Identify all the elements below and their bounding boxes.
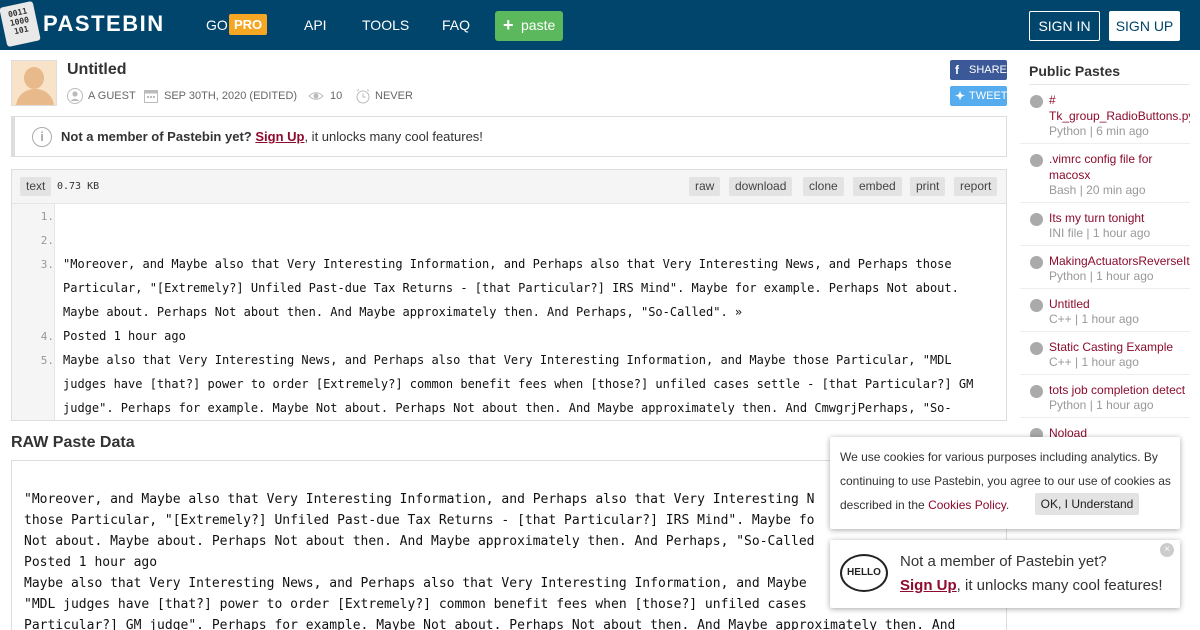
info-icon: i — [32, 127, 52, 147]
globe-icon — [1030, 385, 1043, 398]
notice-rest: , it unlocks many cool features! — [304, 129, 483, 144]
globe-icon — [1030, 256, 1043, 269]
code-toolbar: text 0.73 KB raw download clone embed pr… — [12, 170, 1006, 204]
nav-faq[interactable]: FAQ — [442, 17, 470, 33]
sign-up-button[interactable]: SIGN UP — [1109, 11, 1180, 41]
expire-clock-icon — [356, 89, 370, 104]
public-paste-item[interactable]: Untitled C++ | 1 hour ago — [1020, 296, 1190, 332]
calendar-icon — [144, 90, 158, 103]
notice-text: Not a member of Pastebin yet? Sign Up, i… — [61, 129, 483, 144]
member-popup-sign-up-link[interactable]: Sign Up — [900, 577, 957, 594]
nav-go[interactable]: GO — [206, 17, 228, 33]
nav-tools[interactable]: TOOLS — [362, 17, 409, 33]
report-button[interactable]: report — [954, 177, 998, 196]
download-button[interactable]: download — [729, 177, 793, 196]
twitter-tweet-button[interactable]: ✦ TWEET — [950, 86, 1008, 106]
pastebin-logo-icon[interactable]: 0011 1000 101 — [0, 0, 41, 48]
paste-title: Untitled — [67, 61, 127, 78]
globe-icon — [1030, 213, 1043, 226]
embed-button[interactable]: embed — [853, 177, 902, 196]
plus-icon: + — [503, 15, 514, 35]
public-paste-meta: Python | 6 min ago — [1049, 124, 1149, 138]
public-paste-meta: C++ | 1 hour ago — [1049, 312, 1139, 326]
raw-paste-title: RAW Paste Data — [11, 434, 135, 451]
pastebin-logo-text[interactable]: PASTEBIN — [43, 11, 165, 37]
cookie-accept-button[interactable]: OK, I Understand — [1035, 493, 1139, 515]
line-number: 5. — [40, 354, 54, 367]
new-paste-button[interactable]: + paste — [495, 11, 563, 41]
print-button[interactable]: print — [910, 177, 946, 196]
globe-icon — [1030, 342, 1043, 355]
twitter-icon: ✦ — [955, 89, 966, 103]
line-number: 1. — [40, 210, 54, 223]
globe-icon — [1030, 95, 1043, 108]
paste-views: 10 — [330, 90, 343, 102]
public-paste-name[interactable]: # Tk_group_RadioButtons.py — [1049, 92, 1190, 124]
new-paste-label: paste — [521, 17, 556, 33]
member-notice: i Not a member of Pastebin yet? Sign Up,… — [11, 116, 1007, 157]
public-paste-name[interactable]: Untitled — [1049, 296, 1190, 312]
raw-button[interactable]: raw — [689, 177, 721, 196]
notice-sign-up-link[interactable]: Sign Up — [255, 129, 304, 144]
sign-in-button[interactable]: SIGN IN — [1029, 11, 1100, 41]
member-popup-line2: Sign Up, it unlocks many cool features! — [900, 577, 1163, 594]
public-paste-item[interactable]: # Tk_group_RadioButtons.py Python | 6 mi… — [1020, 92, 1190, 144]
clone-button[interactable]: clone — [803, 177, 844, 196]
public-paste-item[interactable]: MakingActuatorsReverseIt Python | 1 hour… — [1020, 253, 1190, 289]
close-icon[interactable]: × — [1160, 543, 1174, 557]
cookies-policy-link[interactable]: Cookies Policy — [928, 498, 1006, 512]
top-header: 0011 1000 101 PASTEBIN GO PRO API TOOLS … — [0, 0, 1200, 50]
hello-speech-icon: HELLO — [840, 554, 888, 592]
public-paste-meta: C++ | 1 hour ago — [1049, 355, 1139, 369]
guest-avatar — [11, 60, 57, 106]
public-paste-item[interactable]: tots job completion detect Python | 1 ho… — [1020, 382, 1190, 418]
public-paste-name[interactable]: Static Casting Example — [1049, 339, 1190, 355]
share-label: SHARE — [969, 64, 1007, 76]
member-signup-popup: HELLO Not a member of Pastebin yet? Sign… — [830, 540, 1180, 608]
divider — [1029, 84, 1189, 85]
paste-author[interactable]: A GUEST — [88, 90, 136, 102]
user-icon — [67, 88, 83, 104]
paste-code-box: text 0.73 KB raw download clone embed pr… — [11, 169, 1007, 421]
line-number: 2. — [40, 234, 54, 247]
facebook-share-button[interactable]: f SHARE — [950, 60, 1007, 80]
paste-size: 0.73 KB — [57, 181, 100, 192]
globe-icon — [1030, 154, 1043, 167]
public-paste-name[interactable]: .vimrc config file for macosx — [1049, 151, 1190, 183]
member-popup-line1: Not a member of Pastebin yet? — [900, 553, 1107, 570]
code-line: Posted 1 hour ago — [63, 329, 186, 343]
public-paste-meta: INI file | 1 hour ago — [1049, 226, 1151, 240]
public-paste-meta: Bash | 20 min ago — [1049, 183, 1146, 197]
line-number: 3. — [40, 258, 54, 271]
nav-pro-badge[interactable]: PRO — [229, 14, 268, 35]
notice-bold: Not a member of Pastebin yet? — [61, 129, 252, 144]
public-paste-meta: Python | 1 hour ago — [1049, 398, 1154, 412]
globe-icon — [1030, 299, 1043, 312]
cookie-consent-popup: We use cookies for various purposes incl… — [830, 437, 1180, 529]
code-line: "Moreover, and Maybe also that Very Inte… — [63, 257, 967, 319]
public-paste-name[interactable]: Its my turn tonight — [1049, 210, 1190, 226]
public-pastes-title: Public Pastes — [1029, 63, 1121, 79]
public-paste-name[interactable]: tots job completion detect — [1049, 382, 1190, 398]
paste-date: SEP 30TH, 2020 (EDITED) — [164, 90, 298, 102]
line-number: 4. — [40, 330, 54, 343]
public-paste-name[interactable]: MakingActuatorsReverseIt — [1049, 253, 1190, 269]
public-paste-item[interactable]: Static Casting Example C++ | 1 hour ago — [1020, 339, 1190, 375]
paste-expiration: NEVER — [375, 90, 413, 102]
nav-api[interactable]: API — [304, 17, 327, 33]
public-paste-item[interactable]: .vimrc config file for macosx Bash | 20 … — [1020, 151, 1190, 203]
facebook-icon: f — [955, 63, 959, 77]
public-paste-item[interactable]: Its my turn tonight INI file | 1 hour ag… — [1020, 210, 1190, 246]
eye-icon — [308, 92, 324, 100]
syntax-badge[interactable]: text — [20, 177, 52, 196]
code-line: Maybe also that Very Interesting News, a… — [63, 353, 974, 415]
tweet-label: TWEET — [969, 90, 1008, 102]
public-paste-meta: Python | 1 hour ago — [1049, 269, 1154, 283]
